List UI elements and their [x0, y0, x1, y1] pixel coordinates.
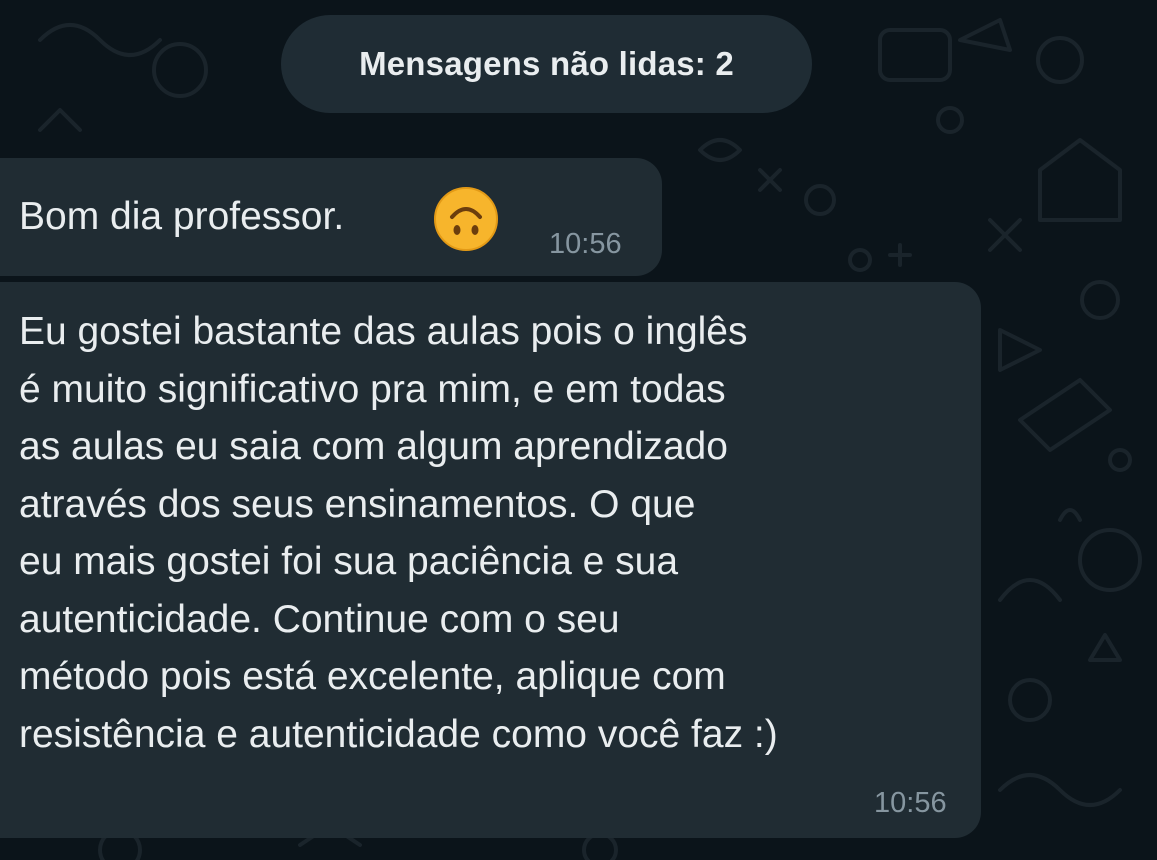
message-text: Bom dia professor.: [19, 195, 345, 238]
unread-messages-label: Mensagens não lidas: 2: [359, 45, 734, 82]
message-text: Eu gostei bastante das aulas pois o ingl…: [19, 310, 778, 756]
unread-messages-banner: Mensagens não lidas: 2: [281, 15, 812, 113]
message-timestamp: 10:56: [874, 787, 947, 819]
message-timestamp: 10:56: [549, 228, 622, 260]
upside-down-face-emoji-icon: [434, 187, 498, 251]
